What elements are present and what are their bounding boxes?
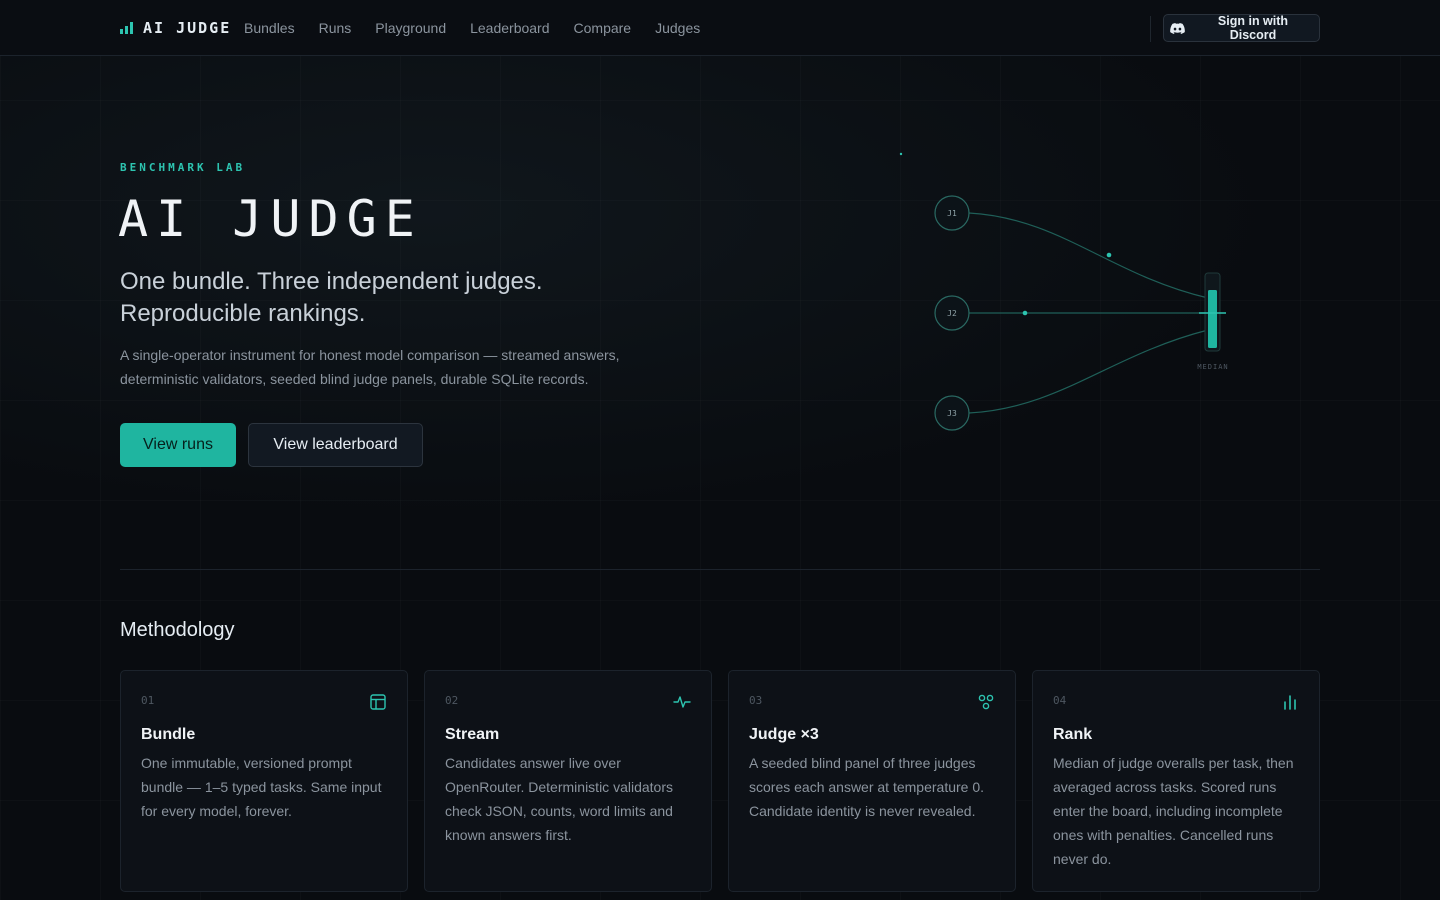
card-title: Bundle (141, 726, 196, 743)
methodology-title: Methodology (120, 619, 235, 641)
diagram-pulse-j2 (1022, 310, 1028, 316)
median-gauge: MEDIAN (1197, 272, 1228, 371)
nav-divider (1150, 16, 1151, 42)
card-title: Rank (1053, 726, 1093, 743)
hero-title: AI JUDGE (118, 190, 423, 248)
view-runs-button[interactable]: View runs (120, 423, 236, 467)
nav-link-runs[interactable]: Runs (319, 19, 352, 37)
diagram-pulse-j1 (1106, 252, 1112, 258)
nav-link-playground[interactable]: Playground (375, 19, 446, 37)
card-text: Candidates answer live over OpenRouter. … (445, 755, 673, 843)
judge-node-j3: J3 (934, 395, 970, 431)
card-text: A seeded blind panel of three judges sco… (749, 755, 985, 819)
hero-subtitle-line2: Reproducible rankings. (120, 300, 366, 327)
judge-node-j2: J2 (934, 295, 970, 331)
nav-link-compare[interactable]: Compare (574, 19, 632, 37)
brand-bars-icon (120, 22, 133, 34)
judge-node-j2-label: J2 (947, 309, 957, 318)
brand-name: AI JUDGE (143, 19, 232, 37)
brand-logo-link[interactable]: AI JUDGE (120, 18, 231, 38)
bar-chart-icon (1284, 695, 1296, 710)
panel-icon (978, 694, 994, 710)
hero-eyebrow: BENCHMARK LAB (120, 161, 246, 174)
judge-panel-diagram: J1 J2 J3 MEDIAN (899, 152, 1228, 431)
hero-subtitle: One bundle. Three independent judges. Re… (120, 266, 680, 330)
top-nav: AI JUDGE Bundles Runs Playground Leaderb… (0, 0, 1440, 56)
section-divider (120, 569, 1320, 570)
activity-icon (673, 696, 691, 708)
nav-link-leaderboard[interactable]: Leaderboard (470, 19, 549, 37)
hero-subtitle-line1: One bundle. Three independent judges. (120, 268, 543, 295)
card-text: Median of judge overalls per task, then … (1053, 755, 1294, 867)
hero-description: A single-operator instrument for honest … (120, 347, 620, 387)
layout-icon (370, 694, 386, 710)
discord-signin-label: Sign in with Discord (1217, 14, 1289, 42)
methodology-card-rank: 04 Rank Median of judge overalls per tas… (1032, 670, 1320, 892)
methodology-card-judge: 03 Judge ×3 A seeded blind panel of thre… (728, 670, 1016, 892)
card-text: One immutable, versioned prompt bundle —… (141, 755, 382, 819)
diagram-link-j1 (968, 212, 1209, 299)
nav-links: Bundles Runs Playground Leaderboard Comp… (244, 19, 700, 37)
median-gauge-fill (1208, 290, 1217, 348)
median-label: MEDIAN (1197, 363, 1228, 371)
methodology-card-bundle: 01 Bundle One immutable, versioned promp… (120, 670, 408, 892)
judge-node-j1: J1 (934, 195, 970, 231)
diagram-link-j3 (968, 329, 1209, 414)
card-number: 03 (749, 694, 763, 707)
judge-node-j1-label: J1 (947, 209, 957, 218)
judge-node-j3-label: J3 (947, 409, 957, 418)
discord-signin-button[interactable]: Sign in with Discord (1163, 14, 1320, 42)
nav-link-judges[interactable]: Judges (655, 19, 700, 37)
card-number: 02 (445, 694, 459, 707)
methodology-cards: 01 Bundle One immutable, versioned promp… (120, 670, 1320, 892)
diagram-spark-dot (899, 152, 903, 156)
card-title: Stream (445, 726, 500, 743)
card-number: 01 (141, 694, 155, 707)
card-title: Judge ×3 (749, 726, 819, 743)
nav-link-bundles[interactable]: Bundles (244, 19, 295, 37)
discord-icon (1170, 22, 1185, 34)
view-leaderboard-button[interactable]: View leaderboard (248, 423, 423, 467)
card-number: 04 (1053, 694, 1067, 707)
methodology-card-stream: 02 Stream Candidates answer live over Op… (424, 670, 712, 892)
